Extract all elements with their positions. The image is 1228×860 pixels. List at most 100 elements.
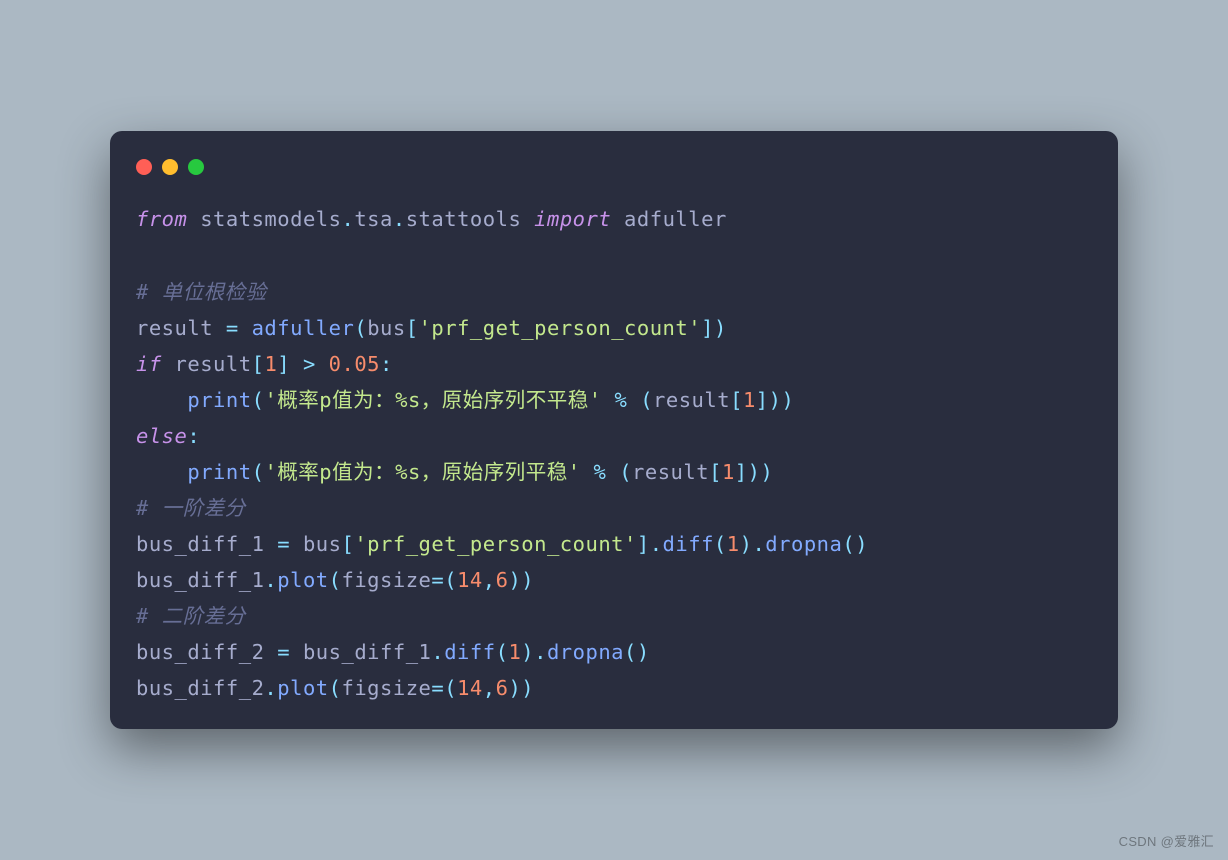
code-token: stattools [406,207,522,231]
code-token [611,207,624,231]
code-token: ) [769,388,782,412]
code-token: bus_diff_2 [136,640,264,664]
code-token: from [136,207,187,231]
code-token [136,388,187,412]
code-token: ( [329,676,342,700]
code-token: . [393,207,406,231]
code-token: bus_diff_1 [303,640,431,664]
code-token [136,460,187,484]
code-token: plot [277,676,328,700]
code-window: from statsmodels.tsa.stattools import ad… [110,131,1118,728]
code-token: % [615,388,628,412]
code-token [521,207,534,231]
code-token: > [303,352,316,376]
code-token: adfuller [252,316,355,340]
code-token [290,532,303,556]
code-token: 1 [508,640,521,664]
code-token: print [187,460,251,484]
code-token: result [175,352,252,376]
code-token: ] [701,316,714,340]
code-token: figsize [341,676,431,700]
code-token: [ [730,388,743,412]
code-token [239,316,252,340]
code-token: . [341,207,354,231]
code-token: , [483,568,496,592]
code-token: ( [624,640,637,664]
code-token: ) [508,676,521,700]
code-token: ) [637,640,650,664]
code-token: 1 [743,388,756,412]
code-token: bus_diff_1 [136,532,264,556]
code-token: = [226,316,239,340]
code-token: ) [760,460,773,484]
watermark: CSDN @爱雅汇 [1119,831,1214,850]
minimize-icon [162,159,178,175]
code-token: statsmodels [200,207,341,231]
code-token: figsize [341,568,431,592]
code-token: 14 [457,568,483,592]
code-token: , [483,676,496,700]
code-token [213,316,226,340]
code-block: from statsmodels.tsa.stattools import ad… [110,201,1118,706]
code-token: [ [341,532,354,556]
code-token: if [136,352,162,376]
code-token: diff [663,532,714,556]
code-token: # 单位根检验 [136,280,267,304]
zoom-icon [188,159,204,175]
code-token: . [264,676,277,700]
code-token: ( [640,388,653,412]
code-token: bus [367,316,406,340]
code-token [162,352,175,376]
code-token: result [136,316,213,340]
code-token: bus [303,532,342,556]
code-token: = [277,532,290,556]
code-token: ] [637,532,650,556]
close-icon [136,159,152,175]
code-token: ( [329,568,342,592]
code-token: dropna [547,640,624,664]
code-token: bus_diff_1 [136,568,264,592]
code-token: ( [444,676,457,700]
code-token: else [136,424,187,448]
code-token: ) [521,676,534,700]
code-token: bus_diff_2 [136,676,264,700]
code-token: 'prf_get_person_count' [419,316,702,340]
code-token: ) [855,532,868,556]
code-token: ) [748,460,761,484]
code-token: = [277,640,290,664]
code-token: % [594,460,607,484]
code-token: dropna [765,532,842,556]
code-token: tsa [354,207,393,231]
code-token: . [264,568,277,592]
code-token: ] [756,388,769,412]
code-token: 1 [264,352,277,376]
code-token: ) [781,388,794,412]
code-token: 1 [727,532,740,556]
code-token: ( [496,640,509,664]
code-token: [ [709,460,722,484]
code-token: ( [842,532,855,556]
code-token: 6 [496,568,509,592]
code-token: # 一阶差分 [136,496,246,520]
code-token [187,207,200,231]
code-token: # 二阶差分 [136,604,246,628]
code-token: ] [277,352,290,376]
code-token: ( [444,568,457,592]
code-token: ( [252,388,265,412]
code-token: . [752,532,765,556]
code-token [627,388,640,412]
code-token: ( [354,316,367,340]
code-token: . [650,532,663,556]
code-token: 6 [496,676,509,700]
code-token: . [534,640,547,664]
code-token: '概率p值为：%s，原始序列不平稳' [264,388,601,412]
traffic-lights [110,153,1118,201]
code-token: : [187,424,200,448]
code-token: ) [740,532,753,556]
code-token: ) [521,640,534,664]
code-token: [ [406,316,419,340]
code-token: : [380,352,393,376]
code-token: print [187,388,251,412]
code-token: ( [619,460,632,484]
code-token [581,460,594,484]
